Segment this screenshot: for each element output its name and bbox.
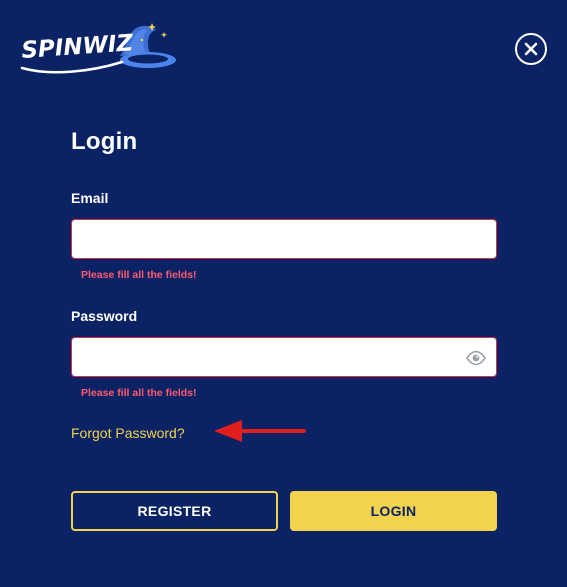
password-label: Password [71, 308, 138, 324]
register-button[interactable]: REGISTER [71, 491, 278, 531]
close-icon [524, 42, 538, 56]
email-field[interactable] [72, 220, 496, 258]
page-title: Login [71, 128, 138, 155]
password-field[interactable] [72, 338, 496, 376]
email-error-message: Please fill all the fields! [81, 269, 197, 281]
login-modal: SPINWIZ Login Email Please fill all the … [0, 0, 567, 587]
eye-icon[interactable] [466, 350, 486, 366]
forgot-password-link[interactable]: Forgot Password? [71, 425, 185, 441]
password-field-wrapper [71, 337, 497, 377]
email-field-wrapper [71, 219, 497, 259]
login-button[interactable]: LOGIN [290, 491, 497, 531]
email-label: Email [71, 190, 109, 206]
logo-wordmark: SPINWIZ [21, 30, 136, 64]
spinwiz-logo: SPINWIZ [20, 20, 180, 76]
close-button[interactable] [515, 33, 547, 65]
password-error-message: Please fill all the fields! [81, 387, 197, 399]
annotation-arrow-icon [214, 420, 306, 442]
